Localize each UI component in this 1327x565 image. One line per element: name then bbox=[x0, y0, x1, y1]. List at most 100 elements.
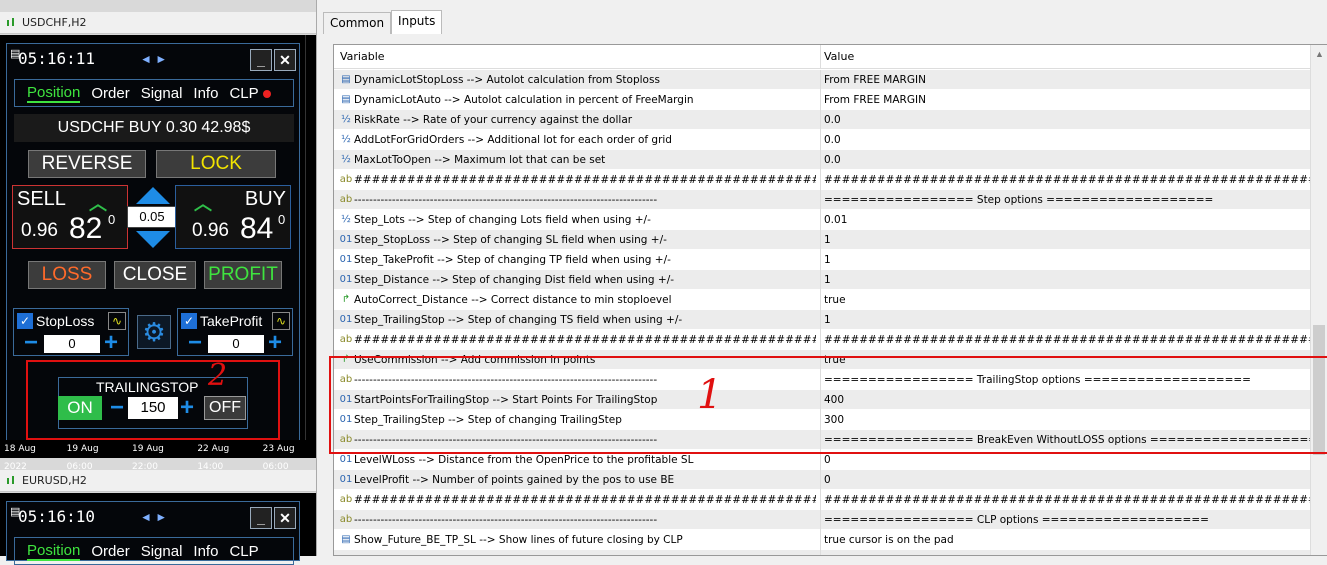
input-row[interactable]: ▤ Show_Future_BE_TP_SL --> Show lines of … bbox=[334, 530, 1312, 550]
plus-icon[interactable]: + bbox=[268, 331, 282, 355]
minimize-button[interactable]: _ bbox=[250, 507, 272, 529]
input-row[interactable]: 01 LevelProfit --> Number of points gaine… bbox=[334, 470, 1312, 490]
chevron-up-icon: ︿ bbox=[194, 194, 212, 214]
reverse-button[interactable]: REVERSE bbox=[28, 150, 146, 178]
half-type-icon: ½ bbox=[341, 134, 351, 145]
variable-value[interactable]: true cursor is on the pad bbox=[824, 530, 1310, 550]
profit-button[interactable]: PROFIT bbox=[204, 261, 282, 289]
input-row[interactable]: 01 Step_StopLoss --> Step of changing SL … bbox=[334, 230, 1312, 250]
input-row[interactable]: ↱ AutoCorrect_Distance --> Correct distan… bbox=[334, 290, 1312, 310]
variable-value[interactable]: ########################################… bbox=[824, 330, 1310, 350]
chart-title-eurusd[interactable]: EURUSD,H2 bbox=[0, 470, 316, 492]
stoploss-input[interactable]: 0 bbox=[44, 335, 100, 353]
variable-name: AddLotForGridOrders --> Additional lot f… bbox=[354, 134, 672, 146]
variable-value[interactable]: 0.01 bbox=[824, 210, 1310, 230]
variable-value[interactable]: 0.0 bbox=[824, 110, 1310, 130]
tab-clp[interactable]: CLP bbox=[229, 85, 271, 102]
header-variable[interactable]: Variable bbox=[340, 45, 385, 69]
input-row[interactable]: 01 Step_TrailingStop --> Step of changing… bbox=[334, 310, 1312, 330]
list-type-icon: ▤ bbox=[341, 534, 351, 545]
variable-name: DynamicLotAuto --> Autolot calculation i… bbox=[354, 94, 694, 106]
position-info: USDCHF BUY 0.30 42.98$ bbox=[14, 114, 294, 142]
tab-clp[interactable]: CLP bbox=[229, 543, 258, 560]
variable-value[interactable]: From FREE MARGIN bbox=[824, 90, 1310, 110]
close-button[interactable]: ✕ bbox=[274, 49, 296, 71]
tab-signal[interactable]: Signal bbox=[141, 543, 183, 560]
lot-up-icon[interactable] bbox=[136, 187, 170, 204]
tab-inputs[interactable]: Inputs bbox=[391, 10, 443, 34]
variable-name: RiskRate --> Rate of your currency again… bbox=[354, 114, 633, 126]
tab-position[interactable]: Position bbox=[27, 542, 81, 561]
wave-icon[interactable]: ∿ bbox=[108, 312, 126, 330]
variable-value[interactable]: 1 bbox=[824, 230, 1310, 250]
tab-info[interactable]: Info bbox=[193, 543, 218, 560]
variable-value[interactable]: 1 bbox=[824, 270, 1310, 290]
minus-icon[interactable]: − bbox=[188, 331, 202, 355]
minus-icon[interactable]: − bbox=[24, 331, 38, 355]
tab-info[interactable]: Info bbox=[193, 85, 218, 102]
variable-value[interactable]: ########################################… bbox=[824, 490, 1310, 510]
tab-signal[interactable]: Signal bbox=[141, 85, 183, 102]
input-row[interactable]: 01 Step_Distance --> Step of changing Dis… bbox=[334, 270, 1312, 290]
variable-value[interactable]: ================= CLP options ==========… bbox=[824, 510, 1310, 530]
tab-position[interactable]: Position bbox=[27, 84, 81, 103]
annotation-number-2: 2 bbox=[208, 358, 228, 393]
input-row[interactable]: ▤ DynamicLotAuto --> Autolot calculation … bbox=[334, 90, 1312, 110]
tab-order[interactable]: Order bbox=[91, 543, 129, 560]
properties-dialog: Common Inputs Variable Value ▤ DynamicLot… bbox=[316, 0, 1327, 556]
takeprofit-label: TakeProfit bbox=[200, 313, 263, 329]
01-type-icon: 01 bbox=[339, 474, 353, 485]
date-label: 22 Aug 14:00 bbox=[197, 444, 230, 472]
tab-order[interactable]: Order bbox=[91, 85, 129, 102]
date-label: 23 Aug 06:00 bbox=[262, 444, 295, 472]
input-row[interactable]: ½ MaxLotToOpen --> Maximum lot that can b… bbox=[334, 150, 1312, 170]
close-button[interactable]: ✕ bbox=[274, 507, 296, 529]
plus-icon[interactable]: + bbox=[104, 331, 118, 355]
variable-value[interactable]: From FREE MARGIN bbox=[824, 70, 1310, 90]
input-row[interactable]: ab --------------------------------------… bbox=[334, 190, 1312, 210]
input-row[interactable]: ▤Closing_CurrentTickerOnly --> Close onl… bbox=[334, 550, 1312, 555]
minimize-button[interactable]: _ bbox=[250, 49, 272, 71]
variable-value[interactable]: ================= Step options =========… bbox=[824, 190, 1310, 210]
variable-value[interactable]: true bbox=[824, 550, 1310, 555]
variable-value[interactable]: 1 bbox=[824, 250, 1310, 270]
loss-button[interactable]: LOSS bbox=[28, 261, 106, 289]
stoploss-checkbox[interactable]: ✓ bbox=[17, 313, 33, 329]
sell-button[interactable]: SELL ︿ 0.96 82 0 bbox=[12, 185, 128, 249]
tab-common[interactable]: Common bbox=[323, 12, 392, 34]
chart-eurusd[interactable]: 05:16:10 ▤ ◄ ► _ ✕ Position Order Signal… bbox=[0, 493, 316, 565]
input-row[interactable]: ab ######################################… bbox=[334, 330, 1312, 350]
chart-title-usdchf[interactable]: USDCHF,H2 bbox=[0, 12, 316, 34]
input-row[interactable]: ½ AddLotForGridOrders --> Additional lot … bbox=[334, 130, 1312, 150]
header-value[interactable]: Value bbox=[824, 45, 854, 69]
half-type-icon: ½ bbox=[341, 154, 351, 165]
takeprofit-checkbox[interactable]: ✓ bbox=[181, 313, 197, 329]
variable-value[interactable]: 0 bbox=[824, 470, 1310, 490]
input-row[interactable]: 01 Step_TakeProfit --> Step of changing T… bbox=[334, 250, 1312, 270]
vertical-scrollbar[interactable]: ▲ bbox=[1310, 45, 1327, 555]
nav-arrows[interactable]: ◄ ► bbox=[140, 510, 167, 524]
buy-button[interactable]: ︿ BUY 0.96 84 0 bbox=[175, 185, 291, 249]
ab-type-icon: ab bbox=[339, 514, 353, 525]
close-positions-button[interactable]: CLOSE bbox=[114, 261, 196, 289]
gear-icon[interactable]: ⚙ bbox=[137, 315, 171, 349]
input-row[interactable]: ▤ DynamicLotStopLoss --> Autolot calculat… bbox=[334, 70, 1312, 90]
scroll-up-icon[interactable]: ▲ bbox=[1315, 49, 1324, 59]
input-row[interactable]: ab --------------------------------------… bbox=[334, 510, 1312, 530]
variable-value[interactable]: 1 bbox=[824, 310, 1310, 330]
variable-value[interactable]: ########################################… bbox=[824, 170, 1310, 190]
takeprofit-input[interactable]: 0 bbox=[208, 335, 264, 353]
lot-input[interactable]: 0.05 bbox=[127, 206, 177, 228]
input-row[interactable]: ½ RiskRate --> Rate of your currency agai… bbox=[334, 110, 1312, 130]
lot-down-icon[interactable] bbox=[136, 231, 170, 248]
variable-value[interactable]: 0.0 bbox=[824, 150, 1310, 170]
input-row[interactable]: ab ######################################… bbox=[334, 490, 1312, 510]
variable-value[interactable]: true bbox=[824, 290, 1310, 310]
wave-icon[interactable]: ∿ bbox=[272, 312, 290, 330]
chart-scrollbar[interactable] bbox=[305, 35, 316, 440]
input-row[interactable]: ab ######################################… bbox=[334, 170, 1312, 190]
variable-value[interactable]: 0.0 bbox=[824, 130, 1310, 150]
input-row[interactable]: ½ Step_Lots --> Step of changing Lots fie… bbox=[334, 210, 1312, 230]
nav-arrows[interactable]: ◄ ► bbox=[140, 52, 167, 66]
lock-button[interactable]: LOCK bbox=[156, 150, 276, 178]
